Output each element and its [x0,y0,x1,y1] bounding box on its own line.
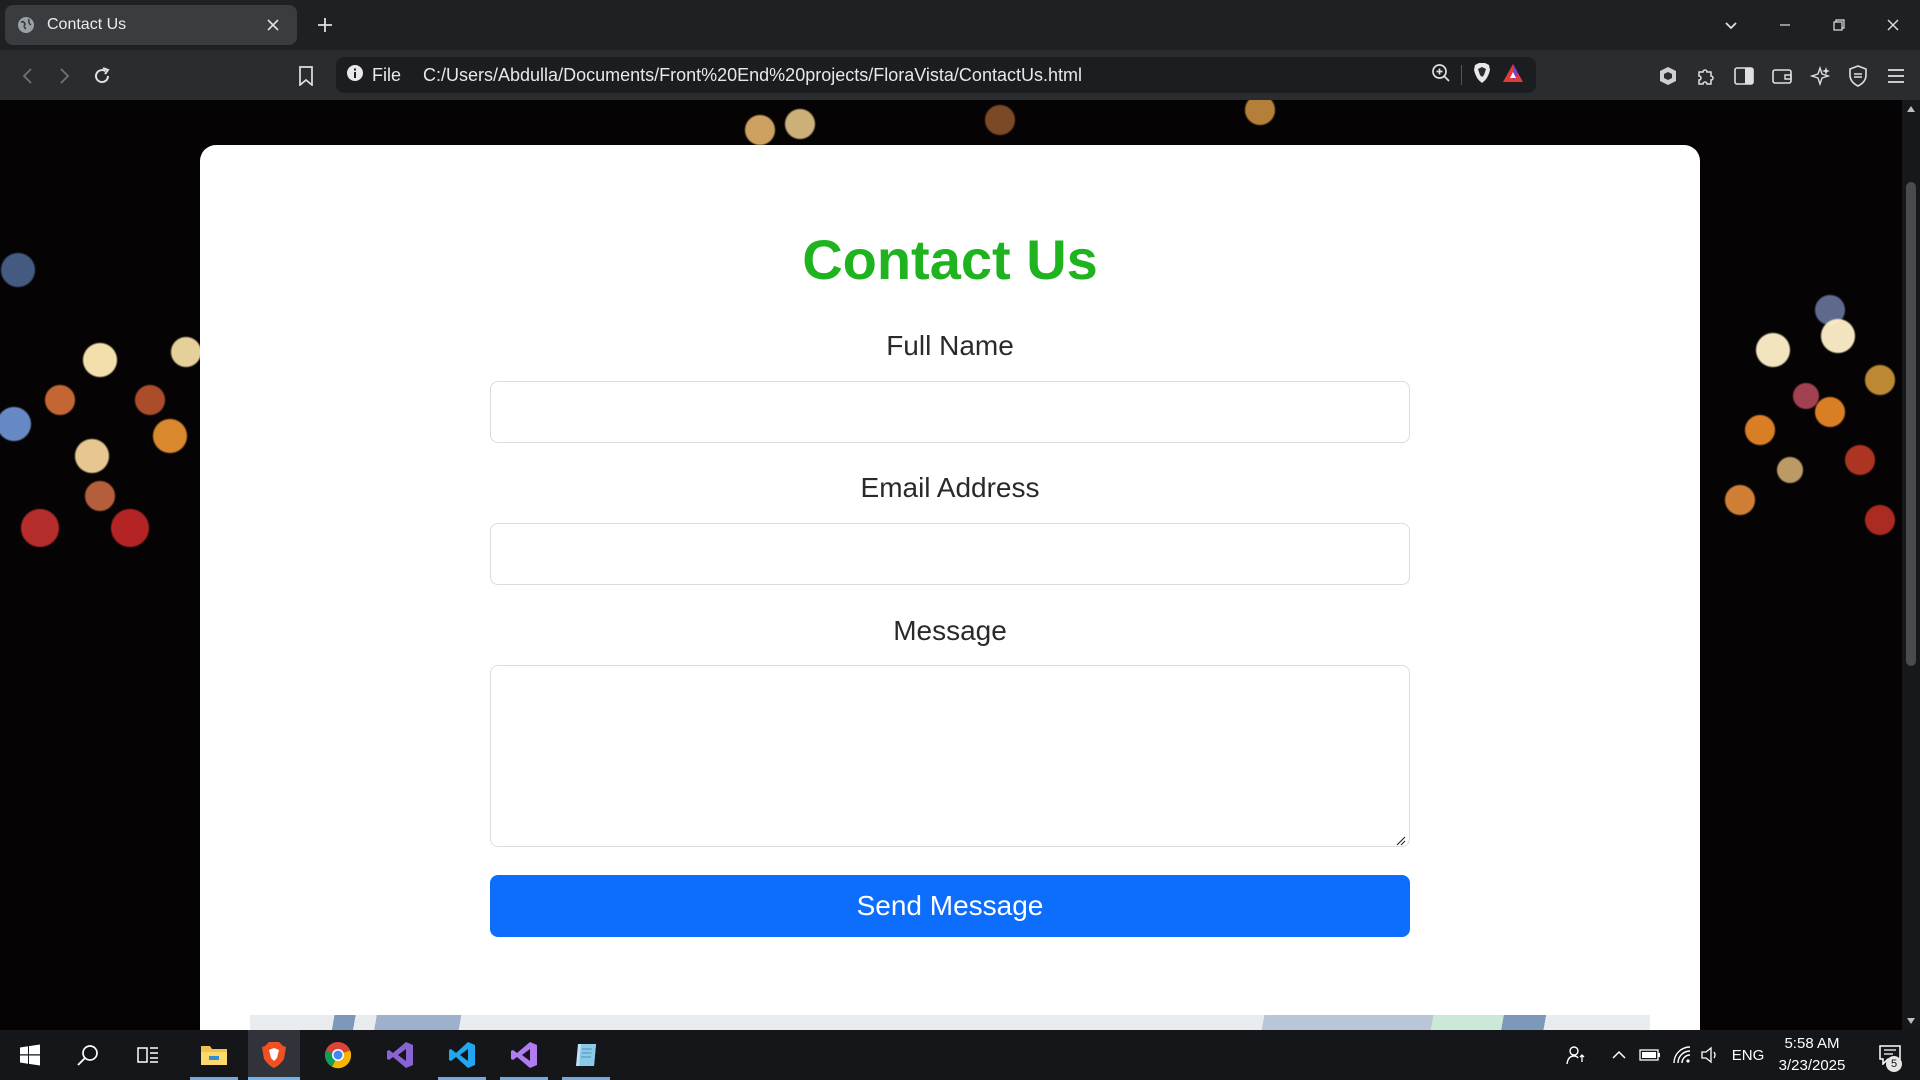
language-indicator[interactable]: ENG [1728,1030,1768,1080]
contact-card: Contact Us Full Name Email Address Messa… [200,145,1700,1030]
start-icon[interactable] [4,1030,56,1080]
back-icon[interactable] [14,62,42,90]
full-name-field[interactable] [490,381,1410,443]
clock-date: 3/23/2025 [1778,1057,1846,1074]
show-hidden-icons-chevron-icon[interactable] [1606,1030,1632,1080]
email-field[interactable] [490,523,1410,585]
brave-shields-icon[interactable] [1472,62,1492,89]
vscode-icon[interactable] [436,1030,488,1080]
notifications-icon[interactable] [1866,1030,1914,1080]
restore-icon[interactable] [1812,0,1866,50]
scheme-label: File [372,64,402,85]
notepad-icon[interactable] [560,1030,612,1080]
sidebar-icon[interactable] [1730,62,1758,90]
browser-tab-strip: Contact Us [0,0,1920,50]
message-label: Message [893,615,1007,646]
email-label: Email Address [860,472,1040,503]
brave-rewards-icon[interactable] [1502,63,1524,88]
address-bar[interactable]: File C:/Users/Abdulla/Documents/Front%20… [336,57,1536,93]
windows-taskbar: ENG 5:58 AM 3/23/2025 5 [0,1030,1920,1080]
wifi-icon[interactable] [1668,1030,1696,1080]
chrome-icon[interactable] [312,1030,364,1080]
reload-icon[interactable] [88,62,116,90]
resize-grip-icon[interactable] [1396,833,1406,846]
toolbar-actions [1654,62,1910,90]
tab-search-chevron-icon[interactable] [1704,0,1758,50]
page-viewport: Contact Us Full Name Email Address Messa… [0,100,1902,1030]
zoom-icon[interactable] [1431,63,1451,88]
vpn-icon[interactable] [1654,62,1682,90]
message-textarea[interactable] [490,665,1410,847]
map-embed[interactable] [250,1015,1650,1030]
volume-icon[interactable] [1696,1030,1724,1080]
extensions-icon[interactable] [1692,62,1720,90]
tab-title: Contact Us [47,16,127,33]
file-explorer-icon[interactable] [188,1030,240,1080]
people-icon[interactable] [1560,1030,1592,1080]
brave-browser-icon[interactable] [248,1030,300,1080]
url-text[interactable]: C:/Users/Abdulla/Documents/Front%20End%2… [423,65,1431,86]
brave-vpn-shield-icon[interactable] [1844,62,1872,90]
visual-studio-icon[interactable] [374,1030,426,1080]
notification-count-badge: 5 [1886,1056,1902,1072]
leo-ai-icon[interactable] [1806,62,1834,90]
clock[interactable]: 5:58 AM 3/23/2025 [1770,1033,1854,1077]
clock-time: 5:58 AM [1784,1035,1840,1052]
page-scrollbar[interactable] [1902,100,1920,1030]
scroll-up-arrow-icon[interactable] [1902,100,1920,118]
menu-icon[interactable] [1882,62,1910,90]
info-icon [346,64,364,87]
new-tab-icon[interactable] [312,12,338,38]
search-icon[interactable] [62,1030,114,1080]
visual-studio-icon[interactable] [498,1030,550,1080]
window-controls [1704,0,1920,50]
close-window-icon[interactable] [1866,0,1920,50]
globe-icon [17,16,35,34]
send-message-button[interactable]: Send Message [490,875,1410,937]
full-name-label: Full Name [886,330,1014,361]
divider [1461,65,1462,85]
scrollbar-thumb[interactable] [1906,182,1916,666]
task-view-icon[interactable] [122,1030,174,1080]
wallet-icon[interactable] [1768,62,1796,90]
browser-tab[interactable]: Contact Us [5,5,297,45]
forward-icon[interactable] [50,62,78,90]
page-title: Contact Us [802,228,1098,291]
minimize-icon[interactable] [1758,0,1812,50]
browser-toolbar: File C:/Users/Abdulla/Documents/Front%20… [0,50,1920,100]
battery-icon[interactable] [1636,1030,1664,1080]
scroll-down-arrow-icon[interactable] [1902,1012,1920,1030]
close-tab-icon[interactable] [261,13,285,37]
bookmark-icon[interactable] [292,62,320,90]
site-info-button[interactable]: File [346,64,423,87]
